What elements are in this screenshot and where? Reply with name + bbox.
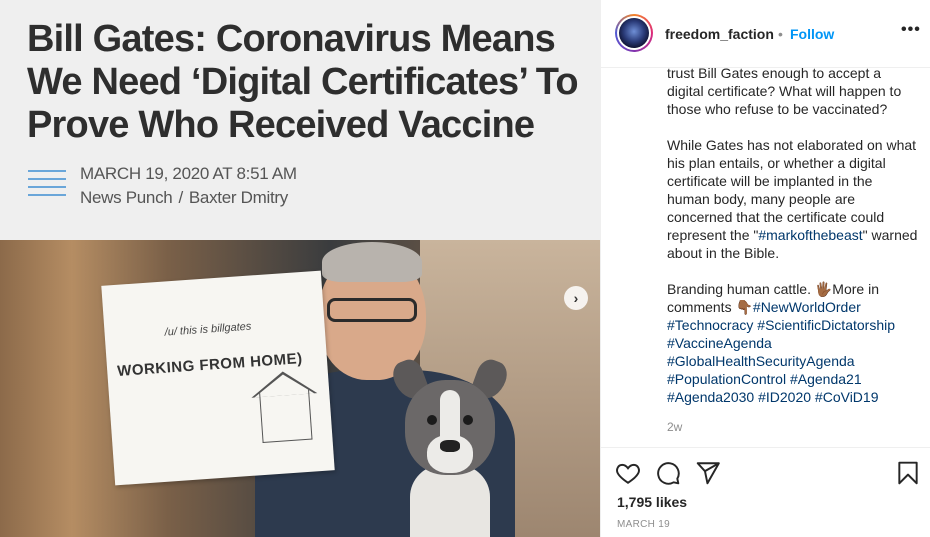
article-source: News Punch xyxy=(80,188,173,207)
more-options-icon[interactable]: ••• xyxy=(901,21,921,39)
hashtag-link[interactable]: #VaccineAgenda xyxy=(667,335,772,351)
username-link[interactable]: freedom_faction xyxy=(665,26,774,42)
heart-icon[interactable] xyxy=(615,460,641,486)
dog-chest xyxy=(410,465,490,537)
comment-icon[interactable] xyxy=(655,460,681,486)
menu-lines-icon xyxy=(28,170,66,202)
hashtag-link[interactable]: #GlobalHealthSecurityAgenda xyxy=(667,353,855,369)
relative-timestamp[interactable]: 2w xyxy=(667,418,919,436)
dog-nose xyxy=(440,440,460,452)
article-photo: /u/ this is billgates WORKING FROM HOME) xyxy=(0,240,600,537)
chevron-right-icon[interactable]: › xyxy=(564,286,588,310)
caption-paragraph-2: While Gates has not elaborated on what h… xyxy=(667,136,919,262)
dog-eye-right xyxy=(463,415,473,425)
avatar[interactable] xyxy=(615,14,653,52)
separator-dot: • xyxy=(778,26,783,42)
dog xyxy=(389,356,511,537)
handwritten-sign: /u/ this is billgates WORKING FROM HOME) xyxy=(101,270,335,486)
hashtag-link[interactable]: #Technocracy xyxy=(667,317,753,333)
hashtag-link[interactable]: #PopulationControl xyxy=(667,371,786,387)
byline-separator: / xyxy=(178,188,183,207)
post-media[interactable]: Bill Gates: Coronavirus Means We Need ‘D… xyxy=(0,0,600,537)
hashtag-link[interactable]: #ID2020 xyxy=(758,389,811,405)
post-date[interactable]: MARCH 19 xyxy=(617,519,670,530)
avatar-border xyxy=(617,16,651,50)
hashtag-link[interactable]: #Agenda2030 xyxy=(667,389,754,405)
bookmark-icon[interactable] xyxy=(895,460,921,486)
follow-button[interactable]: Follow xyxy=(790,26,834,42)
glasses xyxy=(327,298,417,322)
dog-eye-left xyxy=(427,415,437,425)
caption-paragraph-1: trust Bill Gates enough to accept a digi… xyxy=(667,65,902,117)
avatar-image xyxy=(619,18,649,48)
post-sidebar: trust Bill Gates enough to accept a digi… xyxy=(600,0,930,537)
post-header: freedom_faction • Follow ••• xyxy=(601,0,930,68)
hashtag-link[interactable]: #CoViD19 xyxy=(815,389,879,405)
sign-small-text: /u/ this is billgates xyxy=(164,320,252,339)
article-byline: News Punch / Baxter Dmitry xyxy=(80,188,288,208)
hashtag-link[interactable]: #NewWorldOrder xyxy=(753,299,861,315)
article-date: MARCH 19, 2020 AT 8:51 AM xyxy=(80,164,297,183)
article-author: Baxter Dmitry xyxy=(188,188,288,207)
house-drawing xyxy=(259,389,313,444)
headline-line-2: We Need ‘Digital Certificates’ To xyxy=(27,61,579,103)
share-icon[interactable] xyxy=(695,460,721,486)
article-headline: Bill Gates: Coronavirus Means We Need ‘D… xyxy=(27,18,587,147)
caption-paragraph-3: Branding human cattle. 🖐🏾More in comment… xyxy=(667,280,919,406)
hashtag-link[interactable]: #Agenda21 xyxy=(790,371,862,387)
headline-line-1: Bill Gates: Coronavirus Means xyxy=(27,18,556,60)
like-count[interactable]: 1,795 likes xyxy=(617,494,687,510)
person-hair xyxy=(322,242,422,282)
post-caption: trust Bill Gates enough to accept a digi… xyxy=(667,64,919,436)
headline-line-3: Prove Who Received Vaccine xyxy=(27,104,535,146)
post-actions: 1,795 likes MARCH 19 xyxy=(601,447,930,537)
hashtag-link[interactable]: #markofthebeast xyxy=(758,227,862,243)
hashtag-link[interactable]: #ScientificDictatorship xyxy=(757,317,895,333)
